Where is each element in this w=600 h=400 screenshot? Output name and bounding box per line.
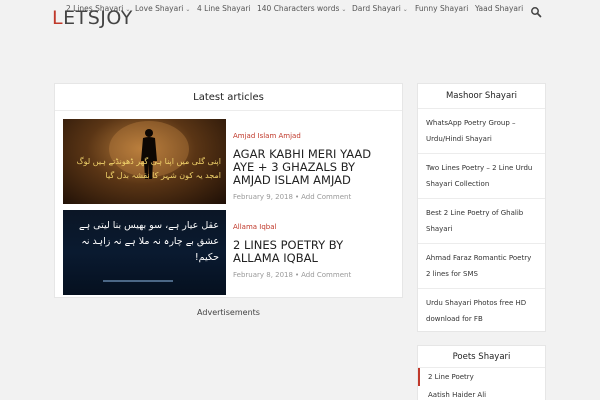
nav-item-140-characters-words[interactable]: 140 Characters words ⌄ xyxy=(257,4,346,13)
article-meta: February 9, 2018 • Add Comment xyxy=(233,193,393,201)
nav-item-4-line-shayari[interactable]: 4 Line Shayari xyxy=(197,4,250,13)
article-date: February 8, 2018 xyxy=(233,271,293,279)
thumb-poetry-line: عشق بے چارہ نہ ملا ہے نہ زاہد نہ حکیم! xyxy=(81,236,219,263)
logo-text: ETSJOY xyxy=(63,7,133,29)
chevron-down-icon: ⌄ xyxy=(341,6,347,13)
meta-separator: • xyxy=(294,271,300,279)
article-category[interactable]: Amjad Islam Amjad xyxy=(233,132,301,140)
logo-first-letter: L xyxy=(52,7,64,29)
nav-item-dard-shayari[interactable]: Dard Shayari ⌄ xyxy=(352,4,408,13)
sidebar-link[interactable]: Ahmad Faraz Romantic Poetry 2 lines for … xyxy=(418,244,545,289)
mashoor-shayari-widget: Mashoor Shayari WhatsApp Poetry Group – … xyxy=(417,83,546,332)
article-card: اپنی گلی میں اپنا ہی گھر ڈھونڈتے ہیں لوگ… xyxy=(63,119,395,204)
add-comment-link[interactable]: Add Comment xyxy=(301,193,351,201)
article-thumbnail[interactable]: اپنی گلی میں اپنا ہی گھر ڈھونڈتے ہیں لوگ… xyxy=(63,119,226,204)
article-category[interactable]: Allama Iqbal xyxy=(233,223,277,231)
nav-item-funny-shayari[interactable]: Funny Shayari xyxy=(415,4,468,13)
poet-link[interactable]: 2 Line Poetry xyxy=(418,368,545,386)
chevron-down-icon: ⌄ xyxy=(185,6,191,13)
article-body: Allama Iqbal 2 Lines Poetry by Allama Iq… xyxy=(233,214,393,279)
nav-label: Dard Shayari xyxy=(352,4,401,13)
article-body: Amjad Islam Amjad Agar Kabhi Meri Yaad A… xyxy=(233,123,393,201)
nav-label: 4 Line Shayari xyxy=(197,4,251,13)
article-thumbnail[interactable]: عقل عیار ہے، سو بھیس بنا لیتی ہے عشق بے … xyxy=(63,210,226,295)
nav-item-love-shayari[interactable]: Love Shayari ⌄ xyxy=(135,4,190,13)
nav-label: Funny Shayari xyxy=(415,4,469,13)
sidebar-link[interactable]: Urdu Shayari Photos free HD download for… xyxy=(418,289,545,333)
site-logo[interactable]: LETSJOY xyxy=(52,7,133,29)
poet-link[interactable]: Aatish Haider Ali xyxy=(418,386,545,400)
article-title[interactable]: 2 Lines Poetry by Allama Iqbal xyxy=(233,239,393,265)
poets-shayari-widget: Poets Shayari 2 Line Poetry Aatish Haide… xyxy=(417,345,546,400)
mashoor-list: WhatsApp Poetry Group – Urdu/Hindi Shaya… xyxy=(418,109,545,333)
widget-heading: Mashoor Shayari xyxy=(418,84,545,109)
sidebar-link[interactable]: Best 2 Line Poetry of Ghalib Shayari xyxy=(418,199,545,244)
add-comment-link[interactable]: Add Comment xyxy=(301,271,351,279)
article-meta: February 8, 2018 • Add Comment xyxy=(233,271,393,279)
thumb-poetry-line: اپنی گلی میں اپنا ہی گھر ڈھونڈتے ہیں لوگ xyxy=(76,157,221,166)
meta-separator: • xyxy=(294,193,300,201)
chevron-down-icon: ⌄ xyxy=(402,6,408,13)
latest-articles-panel: Latest articles اپنی گلی میں اپنا ہی گھر… xyxy=(54,83,403,298)
widget-heading: Poets Shayari xyxy=(418,346,545,368)
article-card: عقل عیار ہے، سو بھیس بنا لیتی ہے عشق بے … xyxy=(63,210,395,295)
advertisements-label: Advertisements xyxy=(197,308,260,317)
nav-label: 140 Characters words xyxy=(257,4,340,13)
thumb-poetry-line: عقل عیار ہے، سو بھیس بنا لیتی ہے xyxy=(79,220,219,231)
article-date: February 9, 2018 xyxy=(233,193,293,201)
search-icon[interactable] xyxy=(530,3,542,18)
article-title[interactable]: Agar Kabhi Meri Yaad Aye + 3 Ghazals by … xyxy=(233,148,393,187)
thumb-poetry-line: امجد یہ کون شہر کا نقشہ بدل گیا xyxy=(105,171,221,180)
latest-articles-heading: Latest articles xyxy=(55,84,402,111)
nav-label: Yaad Shayari xyxy=(475,4,524,13)
nav-item-yaad-shayari[interactable]: Yaad Shayari xyxy=(475,4,523,13)
sidebar-link[interactable]: WhatsApp Poetry Group – Urdu/Hindi Shaya… xyxy=(418,109,545,154)
nav-label: Love Shayari xyxy=(135,4,184,13)
sidebar-link[interactable]: Two Lines Poetry – 2 Line Urdu Shayari C… xyxy=(418,154,545,199)
thumb-signature xyxy=(103,280,173,282)
